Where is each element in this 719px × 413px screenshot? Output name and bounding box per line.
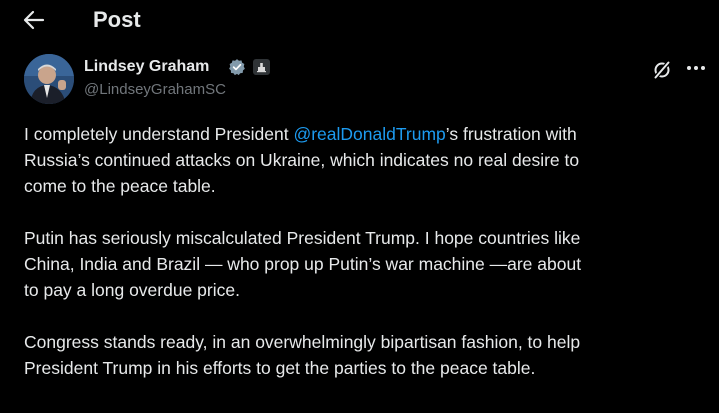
verified-badge-icon <box>229 59 245 76</box>
top-bar: Post <box>0 0 719 40</box>
tweet-text-segment: I completely understand President <box>24 124 294 144</box>
tweet-line: Russia’s continued attacks on Ukraine, w… <box>24 150 580 170</box>
grok-icon[interactable] <box>652 60 672 80</box>
tweet-line: to pay a long overdue price. <box>24 280 240 300</box>
arrow-left-icon <box>23 10 45 30</box>
tweet-line: Congress stands ready, in an overwhelmin… <box>24 332 581 352</box>
tweet-line: Putin has seriously miscalculated Presid… <box>24 228 581 248</box>
more-options-icon[interactable] <box>684 58 708 78</box>
page-title: Post <box>93 7 141 32</box>
government-affiliation-icon[interactable] <box>253 59 270 75</box>
back-button[interactable] <box>16 6 52 34</box>
tweet-paragraph-2: Putin has seriously miscalculated Presid… <box>24 225 714 303</box>
tweet-text: I completely understand President @realD… <box>24 121 714 407</box>
tweet-paragraph-3: Congress stands ready, in an overwhelmin… <box>24 329 714 381</box>
author-handle[interactable]: @LindseyGrahamSC <box>84 80 226 100</box>
author-name[interactable]: Lindsey Graham <box>84 57 209 77</box>
tweet-line: President Trump in his efforts to get th… <box>24 358 536 378</box>
tweet-text-segment: ’s frustration with <box>445 124 577 144</box>
tweet-line: China, India and Brazil — who prop up Pu… <box>24 254 582 274</box>
tweet-paragraph-1: I completely understand President @realD… <box>24 121 714 199</box>
mention-link[interactable]: @realDonaldTrump <box>293 124 445 144</box>
avatar[interactable] <box>24 54 74 104</box>
tweet-line: come to the peace table. <box>24 176 216 196</box>
